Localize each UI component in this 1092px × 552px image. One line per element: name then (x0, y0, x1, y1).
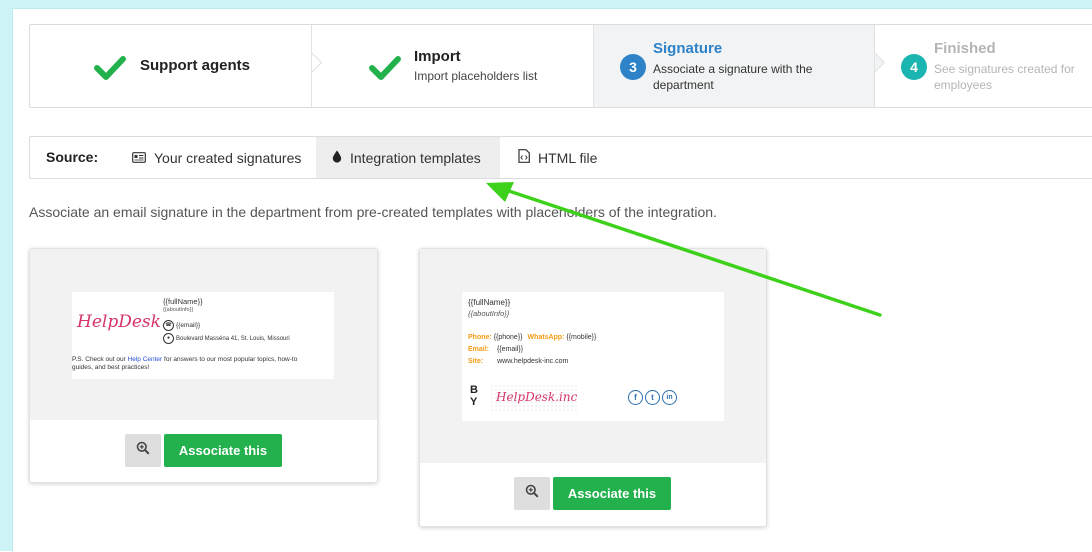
annotation-arrow (486, 182, 882, 317)
